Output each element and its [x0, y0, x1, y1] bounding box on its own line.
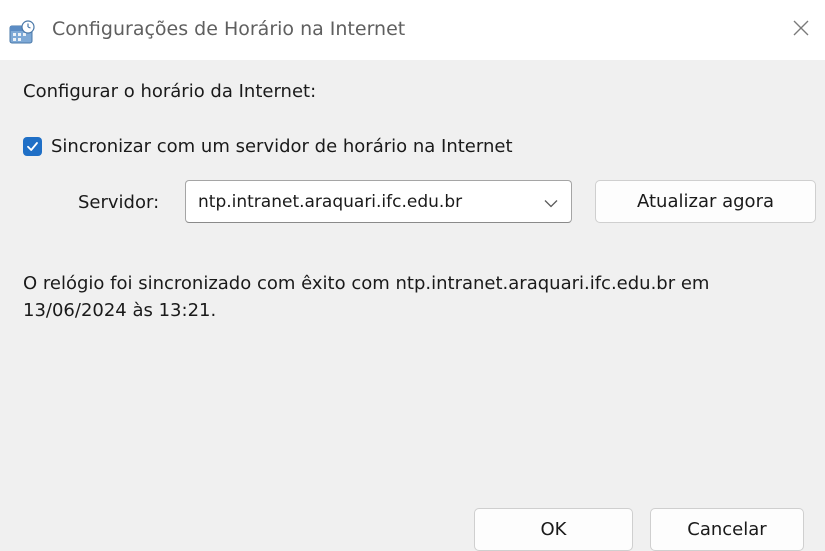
server-label: Servidor:: [78, 192, 160, 213]
window-title: Configurações de Horário na Internet: [52, 18, 406, 40]
server-combobox[interactable]: ntp.intranet.araquari.ifc.edu.br: [185, 180, 572, 223]
close-icon: [792, 19, 810, 41]
internet-time-dialog: Configurações de Horário na Internet Con…: [0, 0, 825, 551]
update-now-button[interactable]: Atualizar agora: [595, 180, 816, 223]
checkmark-icon: [27, 141, 38, 151]
section-label: Configurar o horário da Internet:: [23, 81, 317, 102]
title-bar: Configurações de Horário na Internet: [0, 0, 825, 60]
chevron-down-icon[interactable]: [543, 195, 559, 209]
cancel-button[interactable]: Cancelar: [650, 508, 804, 551]
sync-status-message: O relógio foi sincronizado com êxito com…: [23, 273, 710, 321]
sync-checkbox-row[interactable]: Sincronizar com um servidor de horário n…: [23, 133, 513, 159]
internet-time-settings-icon: [9, 20, 35, 46]
server-value[interactable]: ntp.intranet.araquari.ifc.edu.br: [198, 192, 462, 212]
sync-checkbox-label[interactable]: Sincronizar com um servidor de horário n…: [51, 136, 513, 157]
sync-checkbox[interactable]: [23, 136, 42, 156]
ok-button[interactable]: OK: [474, 508, 633, 551]
close-button[interactable]: [777, 0, 825, 60]
